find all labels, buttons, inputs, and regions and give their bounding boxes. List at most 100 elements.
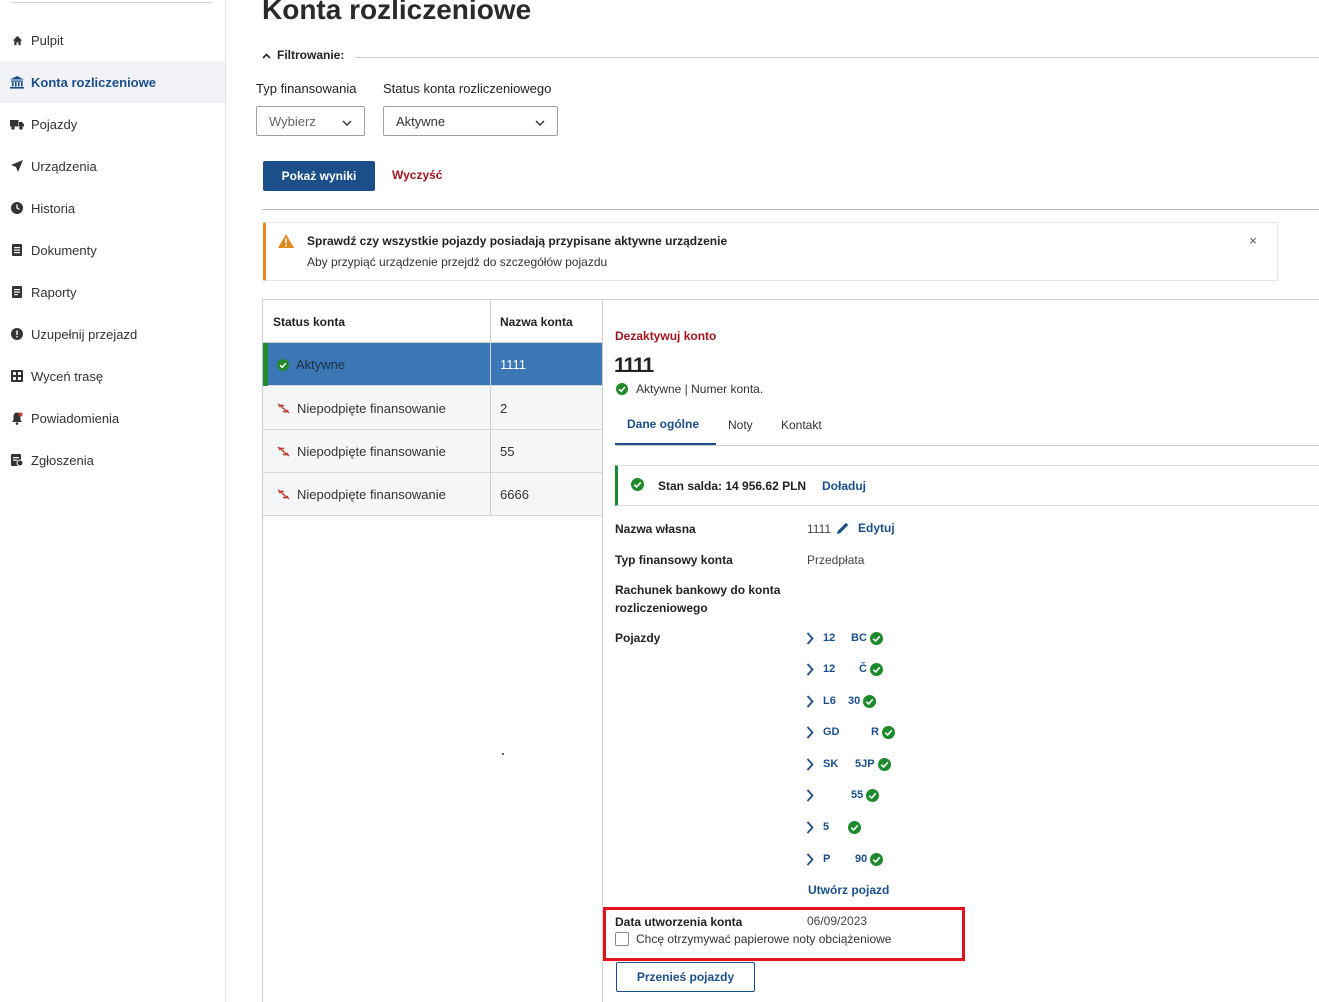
row-status: Niepodpięte finansowanie — [297, 401, 446, 416]
financing-type-value: Wybierz — [269, 113, 316, 129]
sidebar-item-label: Wyceń trasę — [31, 368, 104, 384]
sidebar-item-label: Zgłoszenia — [31, 452, 94, 468]
bell-icon — [10, 411, 24, 425]
tab-kontakt[interactable]: Kontakt — [769, 404, 839, 446]
page-title: Konta rozliczeniowe — [262, 0, 532, 25]
active-row-indicator — [263, 343, 268, 386]
paper-notes-label: Chcę otrzymywać papierowe noty obciążeni… — [636, 932, 892, 946]
account-status-label: Status konta rozliczeniowego — [383, 81, 552, 96]
check-circle-icon — [277, 358, 289, 371]
bank-icon — [10, 75, 24, 89]
filters-divider — [262, 209, 1319, 210]
sidebar-item-label: Raporty — [31, 284, 77, 300]
top-up-link[interactable]: Doładuj — [822, 479, 866, 493]
move-vehicles-button[interactable]: Przenieś pojazdy — [616, 962, 755, 992]
clear-filters-button[interactable]: Wyczyść — [392, 168, 442, 182]
row-name: 55 — [500, 444, 515, 459]
created-date-label: Data utworzenia konta — [615, 915, 743, 929]
sidebar-item-powiadomienia[interactable]: Powiadomienia — [0, 397, 225, 439]
sidebar-item-label: Dokumenty — [31, 242, 97, 258]
sidebar-item-raporty[interactable]: Raporty — [0, 271, 225, 313]
table-row[interactable]: Niepodpięte finansowanie 6666 — [263, 473, 602, 516]
vehicle-link[interactable]: 5 — [806, 817, 861, 837]
check-circle-icon — [631, 478, 644, 496]
sidebar-item-label: Uzupełnij przejazd — [31, 326, 138, 342]
row-name: 6666 — [500, 487, 529, 502]
sidebar-item-historia[interactable]: Historia — [0, 187, 225, 229]
account-name: 1111 — [614, 354, 654, 377]
unlinked-icon — [277, 403, 290, 414]
edit-name-button[interactable]: Edytuj — [836, 521, 895, 535]
sidebar-item-dokumenty[interactable]: Dokumenty — [0, 229, 225, 271]
chevron-right-icon — [806, 631, 818, 645]
row-name: 2 — [500, 401, 508, 416]
deactivate-account-button[interactable]: Dezaktywuj konto — [615, 329, 716, 343]
show-results-button[interactable]: Pokaż wyniki — [263, 161, 375, 191]
chevron-right-icon — [806, 725, 818, 739]
sidebar: Pulpit Konta rozliczeniowe Pojazdy Urząd… — [0, 0, 226, 1002]
vehicle-link[interactable]: SK 5JP — [806, 754, 891, 774]
bank-account-label: Rachunek bankowy do konta rozliczenioweg… — [615, 583, 781, 615]
report-icon — [10, 285, 24, 299]
vehicle-link[interactable]: 12 BC — [806, 628, 883, 648]
create-vehicle-link[interactable]: Utwórz pojazd — [808, 883, 889, 897]
tab-dane-ogolne[interactable]: Dane ogólne — [615, 404, 716, 446]
truck-icon — [10, 117, 24, 131]
ticket-icon — [10, 453, 24, 467]
accounts-table: Status konta Nazwa konta Aktywne 1111 Ni… — [262, 299, 603, 1002]
close-icon[interactable]: × — [1249, 233, 1257, 248]
account-status-text: Aktywne | Numer konta. — [636, 382, 764, 396]
chevron-right-icon — [806, 820, 818, 834]
detail-tabs: Dane ogólne Noty Kontakt — [615, 404, 839, 446]
account-status-select[interactable]: Aktywne — [383, 106, 558, 136]
vehicle-link[interactable]: 12 Č — [806, 659, 883, 679]
paper-notes-option[interactable]: Chcę otrzymywać papierowe noty obciążeni… — [615, 932, 891, 946]
row-status: Aktywne — [296, 357, 346, 372]
financing-type-select[interactable]: Wybierz — [256, 106, 365, 136]
vehicle-link[interactable]: P 90 — [806, 849, 884, 869]
vehicle-link[interactable]: L6 30 — [806, 691, 877, 711]
sidebar-item-urzadzenia[interactable]: Urządzenia — [0, 145, 225, 187]
sidebar-item-konta-rozliczeniowe[interactable]: Konta rozliczeniowe — [0, 61, 225, 103]
sidebar-item-label: Pulpit — [31, 32, 64, 48]
sidebar-item-uzupelnij-przejazd[interactable]: Uzupełnij przejazd — [0, 313, 225, 355]
own-name-label: Nazwa własna — [615, 522, 696, 536]
balance-text: Stan salda: 14 956.62 PLN — [658, 479, 807, 493]
tab-noty[interactable]: Noty — [716, 404, 769, 446]
warning-icon — [278, 234, 294, 253]
filter-divider — [355, 57, 1319, 58]
vehicle-link[interactable]: GD R — [806, 722, 895, 742]
row-status: Niepodpięte finansowanie — [297, 487, 446, 502]
table-row[interactable]: Aktywne 1111 — [263, 343, 602, 386]
sidebar-item-zgloszenia[interactable]: Zgłoszenia — [0, 439, 225, 481]
stray-dot — [502, 753, 504, 755]
account-status: Aktywne | Numer konta. — [616, 382, 763, 396]
check-circle-icon — [870, 852, 884, 866]
chevron-right-icon — [806, 694, 818, 708]
column-header-status[interactable]: Status konta — [273, 315, 345, 329]
unlinked-icon — [277, 446, 290, 457]
sidebar-item-pojazdy[interactable]: Pojazdy — [0, 103, 225, 145]
tabs-divider — [615, 445, 1319, 446]
chevron-right-icon — [806, 852, 818, 866]
chevron-up-icon — [262, 48, 271, 62]
account-type-value: Przedpłata — [807, 553, 865, 567]
check-circle-icon — [877, 757, 891, 771]
alert-title: Sprawdź czy wszystkie pojazdy posiadają … — [307, 234, 728, 248]
filter-heading: Filtrowanie: — [277, 48, 345, 62]
column-header-name[interactable]: Nazwa konta — [500, 315, 573, 329]
document-icon — [10, 243, 24, 257]
vehicle-link[interactable]: 55 — [806, 785, 880, 805]
sidebar-item-label: Urządzenia — [31, 158, 97, 174]
table-row[interactable]: Niepodpięte finansowanie 55 — [263, 430, 602, 473]
chevron-down-icon — [342, 114, 352, 129]
sidebar-item-pulpit[interactable]: Pulpit — [0, 19, 225, 61]
balance-box: Stan salda: 14 956.62 PLN Doładuj — [615, 465, 1319, 506]
filter-toggle[interactable]: Filtrowanie: — [262, 48, 344, 62]
table-row[interactable]: Niepodpięte finansowanie 2 — [263, 387, 602, 430]
sidebar-item-wycen-trase[interactable]: Wyceń trasę — [0, 355, 225, 397]
chevron-right-icon — [806, 757, 818, 771]
paper-notes-checkbox[interactable] — [615, 932, 629, 946]
check-circle-icon — [881, 725, 895, 739]
chevron-right-icon — [806, 662, 818, 676]
